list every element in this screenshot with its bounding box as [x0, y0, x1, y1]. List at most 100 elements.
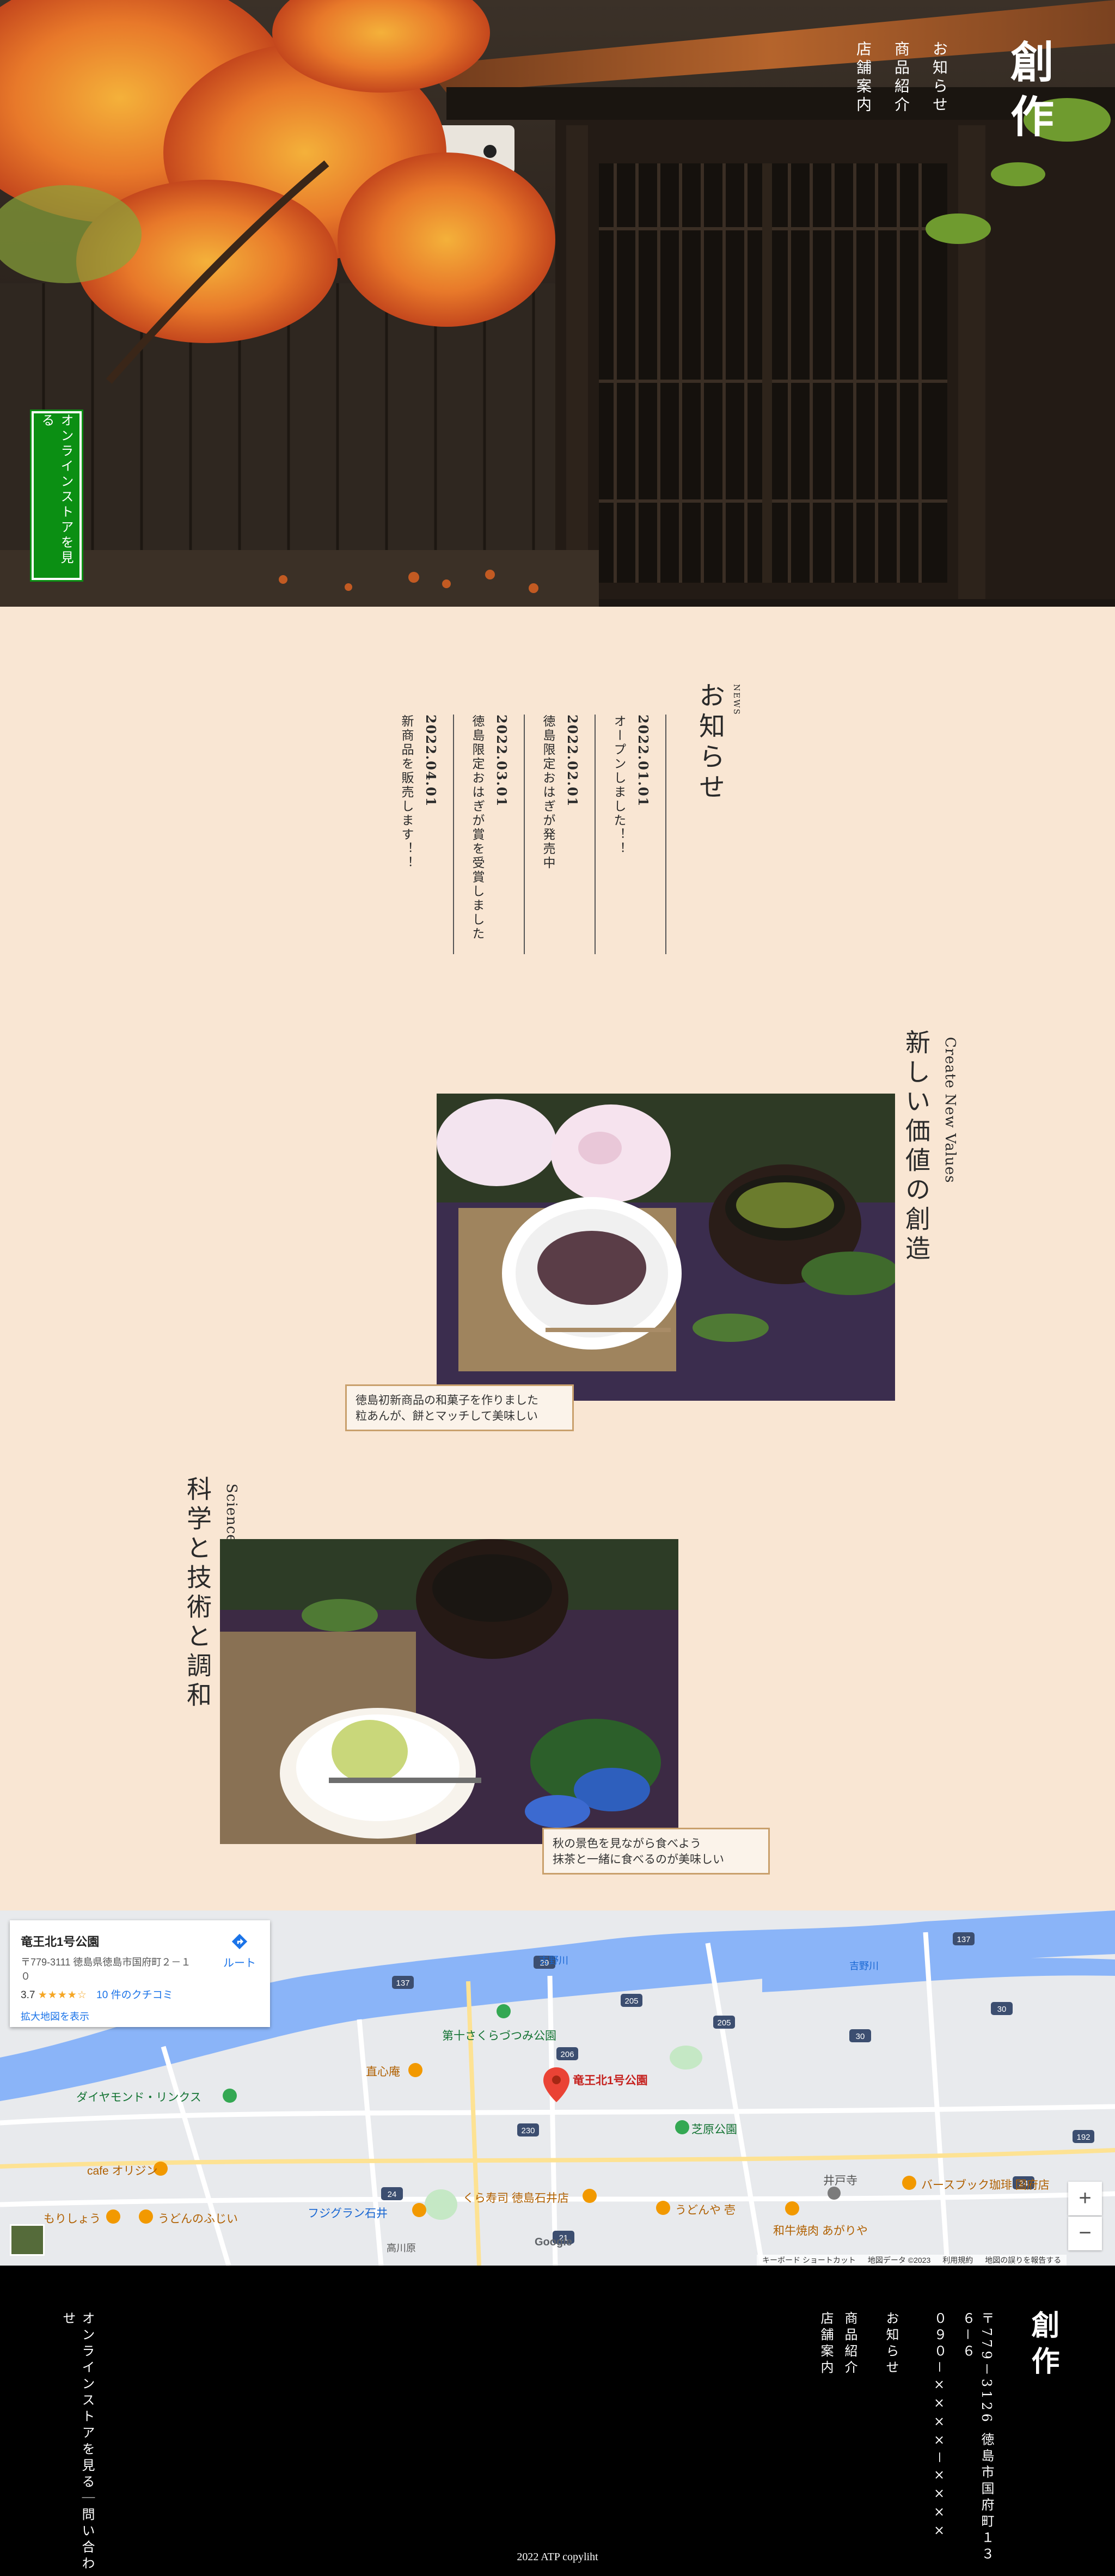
- footer-separator: ｜: [79, 2491, 95, 2507]
- route-shield: 192: [1073, 2130, 1094, 2143]
- route-shield: 137: [953, 1932, 975, 1945]
- news-date: 2022.01.01: [635, 715, 651, 808]
- map-label-udon[interactable]: うどんのふじい: [158, 2210, 238, 2226]
- feature-title-en: Create New Values: [942, 1037, 958, 1183]
- map-report-error-link[interactable]: 地図の誤りを報告する: [985, 2255, 1061, 2266]
- map-label-cafe[interactable]: cafe オリジン: [87, 2162, 158, 2178]
- news-date: 2022.04.01: [423, 715, 439, 808]
- news-date: 2022.03.01: [494, 715, 510, 808]
- caption-line: 秋の景色を見ながら食べよう: [553, 1837, 701, 1850]
- route-shield: 137: [392, 1976, 414, 1989]
- site-logo[interactable]: 創作: [1003, 39, 1055, 148]
- news-item[interactable]: 2022.03.01 徳島限定おはぎが賞を受賞しました: [456, 715, 525, 954]
- svg-text:137: 137: [957, 1935, 970, 1944]
- map-place-card: 竜王北1号公園 〒779-3111 徳島県徳島市国府町２－１０ 3.7 ★★★★…: [10, 1920, 270, 2027]
- online-store-button-label: オンラインストアを見る: [39, 413, 73, 566]
- footer-nav-news[interactable]: お知らせ: [882, 2311, 901, 2377]
- map-label-udon2[interactable]: うどんや 壱: [675, 2201, 736, 2218]
- footer-nav-products[interactable]: 商品紹介: [841, 2311, 860, 2377]
- map-rating-value: 3.7: [21, 1989, 35, 2001]
- map-label-golf[interactable]: ダイヤモンド・リンクス: [76, 2089, 201, 2105]
- map-enlarge-link[interactable]: 拡大地図を表示: [21, 2009, 259, 2023]
- map-label-town: 高川原: [387, 2243, 416, 2254]
- map-route-label: ルート: [223, 1957, 256, 1969]
- feature-caption: 秋の景色を見ながら食べよう 抹茶と一緒に食べるのが美味しい: [542, 1828, 770, 1875]
- footer-online-store-label: オンラインストアを見る: [79, 2311, 95, 2491]
- map-label-shop[interactable]: 直心庵: [366, 2063, 400, 2079]
- footer-address: 〒779－3126 徳島市国府町１３６－６: [960, 2311, 994, 2563]
- copyright: 2022 ATP copyliht: [517, 2551, 598, 2563]
- news-heading: NEWS お知らせ: [690, 682, 742, 804]
- svg-text:24: 24: [388, 2190, 397, 2199]
- route-shield: 206: [556, 2047, 578, 2060]
- map-label-river: 吉野川: [849, 1961, 879, 1971]
- google-map[interactable]: 137 29 137 30 205 206 30 230 24 24 192 21 205 第十さくらづ…: [0, 1910, 1115, 2266]
- news-date: 2022.02.01: [565, 715, 580, 808]
- svg-text:30: 30: [856, 2032, 865, 2041]
- svg-text:192: 192: [1076, 2133, 1090, 2142]
- zoom-in-button[interactable]: +: [1068, 2182, 1102, 2215]
- news-text: オープンしました！！: [611, 715, 626, 856]
- news-text: 徳島限定おはぎが発売中: [541, 715, 555, 870]
- map-label-ide[interactable]: 井戸寺: [823, 2172, 857, 2188]
- map-route-button[interactable]: ルート: [223, 1932, 256, 1970]
- svg-text:137: 137: [396, 1979, 409, 1988]
- svg-text:206: 206: [560, 2050, 574, 2059]
- map-label-morishou[interactable]: もりしょう: [44, 2210, 101, 2226]
- map-pin-label[interactable]: 竜王北1号公園: [573, 2072, 648, 2088]
- caption-line: 徳島初新商品の和菓子を作りました: [356, 1394, 538, 1407]
- google-logo: Google: [535, 2236, 572, 2248]
- news-item[interactable]: 2022.01.01 オープンしました！！: [598, 715, 666, 954]
- nav-products[interactable]: 商品紹介: [890, 41, 912, 115]
- footer-phone: ０９０－××××－××××: [932, 2311, 947, 2541]
- footer-logo[interactable]: 創作: [1022, 2310, 1063, 2382]
- map-rating: 3.7 ★★★★☆ 10 件のクチコミ: [21, 1987, 259, 2001]
- map-rating-stars: ★★★★☆: [38, 1989, 87, 2001]
- map-keyboard-shortcuts[interactable]: キーボード ショートカット: [762, 2255, 856, 2266]
- map-label-river: 吉野川: [539, 1955, 568, 1966]
- caption-line: 粒あんが、餅とマッチして美味しい: [356, 1409, 538, 1423]
- svg-text:205: 205: [717, 2018, 731, 2028]
- map-label-wagyu[interactable]: 和牛焼肉 あがりや: [773, 2222, 868, 2238]
- feature-caption: 徳島初新商品の和菓子を作りました 粒あんが、餅とマッチして美味しい: [345, 1384, 574, 1431]
- map-label-fujigran[interactable]: フジグラン石井: [308, 2205, 388, 2221]
- nav-store-info[interactable]: 店舗案内: [852, 41, 874, 115]
- map-label-barsbook[interactable]: バースブック珈琲 国府店: [921, 2176, 1050, 2193]
- route-shield: 30: [991, 2002, 1013, 2015]
- map-label-kura[interactable]: くら寿司 徳島石井店: [463, 2189, 569, 2206]
- svg-text:230: 230: [521, 2126, 535, 2135]
- news-heading-en: NEWS: [732, 684, 742, 716]
- route-shield: 24: [381, 2187, 403, 2200]
- nav-news[interactable]: お知らせ: [928, 41, 950, 115]
- route-shield: 205: [713, 2016, 735, 2029]
- online-store-button[interactable]: オンラインストアを見る: [32, 411, 82, 580]
- route-shield: 30: [849, 2029, 871, 2042]
- feature-title-ja: 科学と技術と調和: [183, 1476, 212, 1711]
- header-nav: お知らせ 商品紹介 店舗案内: [852, 41, 950, 115]
- svg-text:30: 30: [997, 2005, 1007, 2014]
- map-reviews-link[interactable]: 10 件のクチコミ: [96, 1989, 173, 2001]
- map-label-park[interactable]: 第十さくらづつみ公園: [442, 2027, 556, 2043]
- caption-line: 抹茶と一緒に食べるのが美味しい: [553, 1853, 724, 1866]
- map-satellite-toggle[interactable]: [10, 2224, 45, 2256]
- svg-text:205: 205: [624, 1997, 638, 2006]
- site-footer: 創作 〒779－3126 徳島市国府町１３６－６ ０９０－××××－×××× お…: [0, 2266, 1115, 2576]
- news-heading-ja: お知らせ: [694, 682, 725, 804]
- footer-nav-store-info[interactable]: 店舗案内: [817, 2311, 836, 2377]
- feature-title-ja: 新しい価値の創造: [902, 1029, 931, 1265]
- map-footer-bar: キーボード ショートカット 地図データ ©2023 利用規約 地図の誤りを報告す…: [757, 2255, 1067, 2266]
- feature-title: 新しい価値の創造 Create New Values: [898, 1029, 958, 1265]
- zoom-out-button[interactable]: −: [1068, 2217, 1102, 2250]
- map-terms-link[interactable]: 利用規約: [942, 2255, 973, 2266]
- news-text: 新商品を販売します！！: [399, 715, 413, 870]
- news-item[interactable]: 2022.02.01 徳島限定おはぎが発売中: [527, 715, 596, 954]
- map-data-credit: 地図データ ©2023: [867, 2256, 931, 2264]
- map-label-park2[interactable]: 芝原公園: [691, 2121, 737, 2137]
- footer-online-store-link[interactable]: オンラインストアを見る｜問い合わせ: [59, 2311, 97, 2576]
- route-shield: 205: [621, 1994, 642, 2007]
- news-text: 徳島限定おはぎが賞を受賞しました: [470, 715, 484, 941]
- route-shield: 230: [517, 2123, 539, 2137]
- hero-section: 創作 お知らせ 商品紹介 店舗案内 オンラインストアを見る: [0, 0, 1115, 607]
- news-item[interactable]: 2022.04.01 新商品を販売します！！: [385, 715, 454, 954]
- wagashi-photo: [437, 1094, 895, 1401]
